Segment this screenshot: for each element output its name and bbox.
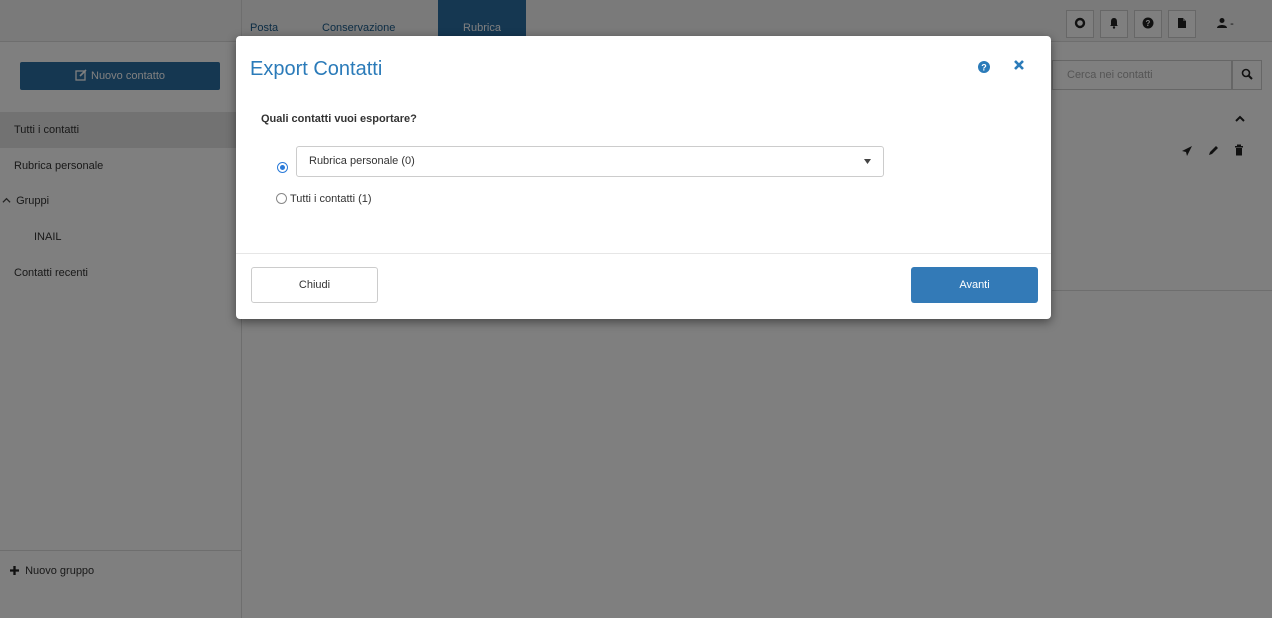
- close-icon: [1012, 60, 1026, 75]
- select-value: Rubrica personale (0): [309, 155, 415, 167]
- addressbook-select[interactable]: Rubrica personale (0): [296, 146, 884, 177]
- export-contacts-dialog: Export Contatti ? Quali contatti vuoi es…: [236, 36, 1051, 319]
- close-button[interactable]: Chiudi: [251, 267, 378, 303]
- dialog-close-button[interactable]: [1012, 58, 1026, 72]
- caret-down-icon: [864, 159, 871, 164]
- next-button[interactable]: Avanti: [911, 267, 1038, 303]
- dialog-help-button[interactable]: ?: [977, 60, 991, 74]
- radio-all-contacts[interactable]: [276, 193, 287, 204]
- option-all-contacts-label: Tutti i contatti (1): [290, 193, 372, 205]
- svg-text:?: ?: [981, 63, 987, 73]
- dialog-title: Export Contatti: [250, 58, 383, 80]
- radio-personal-addressbook[interactable]: [277, 162, 288, 173]
- export-question: Quali contatti vuoi esportare?: [261, 113, 417, 125]
- help-icon: ?: [977, 61, 991, 77]
- dialog-footer-divider: [236, 253, 1051, 254]
